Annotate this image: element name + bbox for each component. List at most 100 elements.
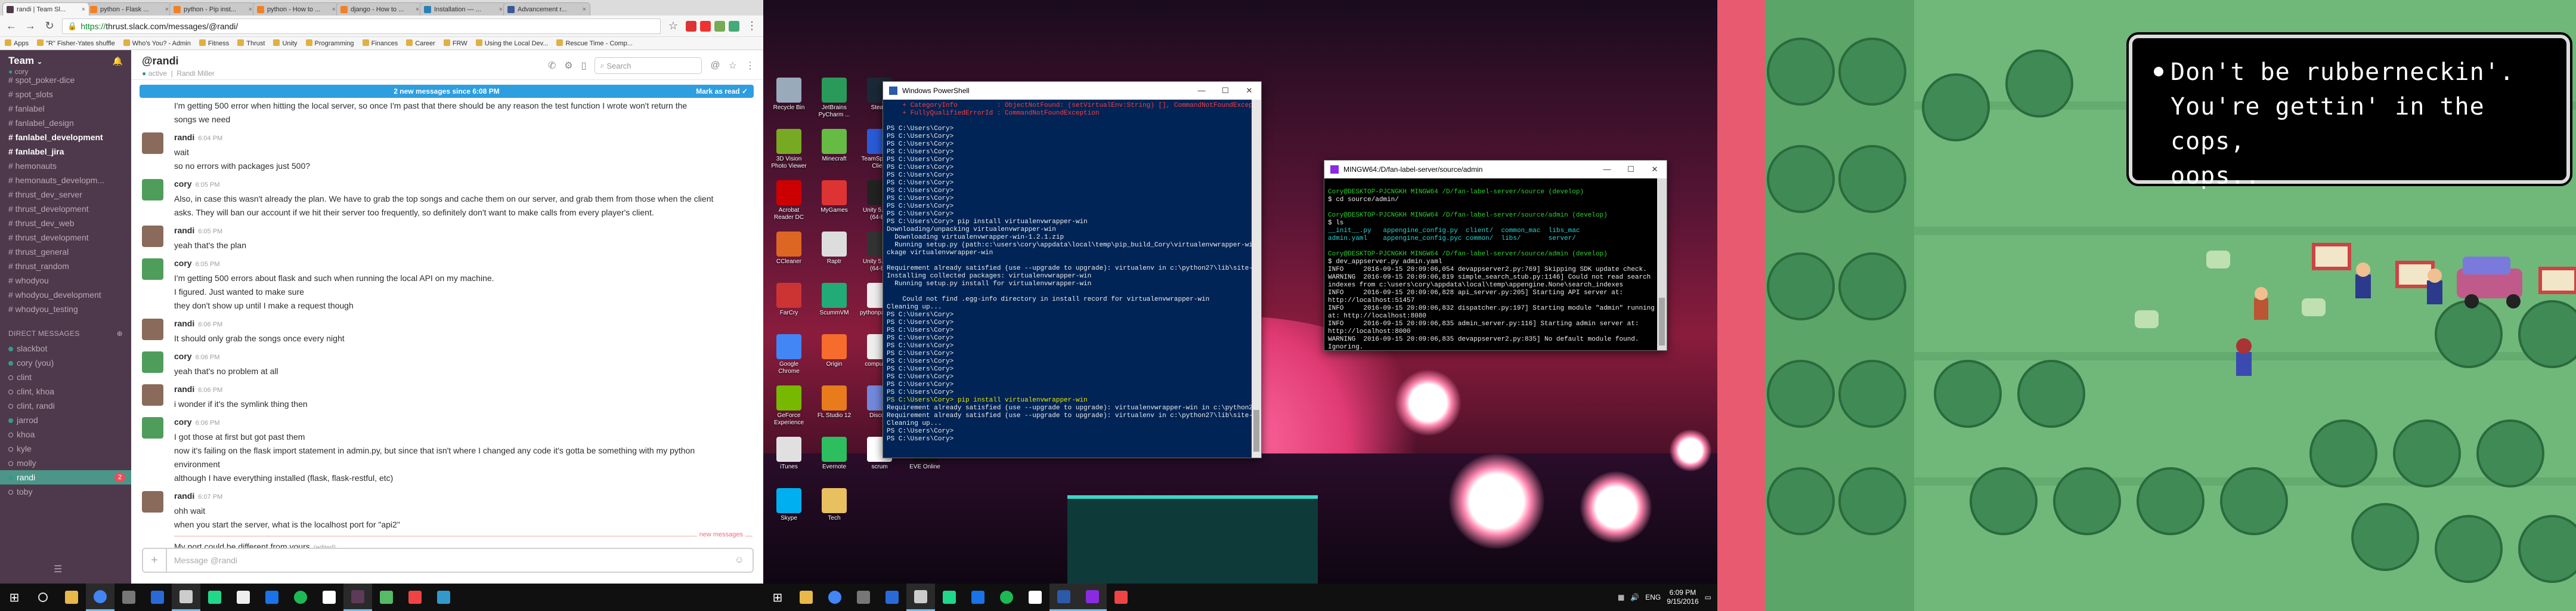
message-timestamp[interactable]: 6:06 PM [198, 321, 222, 328]
unity-taskbar-icon[interactable] [172, 584, 200, 611]
avatar[interactable] [142, 417, 163, 439]
close-icon[interactable]: ✕ [1643, 161, 1667, 178]
bookmark-item[interactable]: Who's You? - Admin [123, 39, 191, 47]
sidebar-item-channel[interactable]: # hemonauts_developm... [0, 173, 131, 187]
network-icon[interactable]: ▦ [1618, 593, 1624, 601]
sidebar-item-channel[interactable]: # fanlabel_development [0, 130, 131, 144]
back-icon[interactable]: ← [5, 20, 18, 32]
spotify-taskbar-icon[interactable] [992, 584, 1021, 611]
message-author[interactable]: cory [174, 179, 192, 189]
windows-start-icon[interactable]: ⊞ [763, 590, 792, 605]
bookmark-item[interactable]: Thrust [237, 39, 265, 47]
bookmark-item[interactable]: Apps [5, 39, 29, 47]
bookmark-item[interactable]: FRW [443, 39, 467, 47]
browser-tab[interactable]: python - Pip inst... × [169, 2, 256, 16]
close-tab-icon[interactable]: × [499, 6, 503, 13]
more-icon[interactable]: ⋮ [745, 60, 755, 72]
message-author[interactable]: randi [174, 226, 194, 235]
desktop-shortcut-icon[interactable]: Origin [815, 334, 854, 368]
message-input[interactable]: Message @randi [167, 556, 735, 565]
avatar[interactable] [142, 226, 163, 247]
message-author[interactable]: randi [174, 319, 194, 328]
message-timestamp[interactable]: 6:05 PM [196, 261, 220, 268]
sidebar-item-channel[interactable]: # thrust_development [0, 202, 131, 216]
pycharm-taskbar-icon[interactable] [200, 584, 229, 611]
scrollbar[interactable] [1252, 100, 1261, 458]
desktop-shortcut-icon[interactable]: FarCry [769, 283, 809, 317]
sidebar-item-dm[interactable]: randi 2 [0, 470, 131, 485]
reload-icon[interactable]: ↻ [43, 20, 56, 32]
bookmark-item[interactable]: Programming [305, 39, 354, 47]
browser-tab[interactable]: python - How to ... × [253, 2, 340, 16]
app-taskbar-icon[interactable] [1107, 584, 1135, 611]
sidebar-item-channel[interactable]: # fanlabel [0, 101, 131, 116]
extension-icon[interactable] [686, 20, 696, 32]
minimize-icon[interactable]: — [1595, 161, 1619, 178]
address-bar[interactable]: 🔒 https:// thrust.slack.com/messages/@ra… [62, 18, 661, 34]
powershell-titlebar[interactable]: Windows PowerShell — ☐ ✕ [883, 82, 1261, 100]
close-tab-icon[interactable]: × [249, 6, 252, 13]
browser-tab[interactable]: randi | Team Sl... × [2, 2, 89, 16]
sidebar-item-dm[interactable]: toby [0, 485, 131, 499]
bookmark-item[interactable]: Finances [362, 39, 398, 47]
app-taskbar-icon[interactable] [964, 584, 992, 611]
plus-icon[interactable]: + [143, 549, 167, 572]
desktop-shortcut-icon[interactable]: Skype [769, 488, 809, 522]
sidebar-item-channel[interactable]: # whodyou_testing [0, 302, 131, 316]
message-author[interactable]: randi [174, 491, 194, 501]
message-timestamp[interactable]: 6:06 PM [196, 419, 220, 427]
phone-icon[interactable]: ✆ [548, 60, 556, 72]
menu-icon[interactable]: ⋮ [745, 20, 758, 32]
message-timestamp[interactable]: 6:04 PM [198, 135, 222, 142]
app-taskbar-icon[interactable] [372, 584, 401, 611]
avatar[interactable] [142, 491, 163, 513]
desktop-shortcut-icon[interactable]: Minecraft [815, 129, 854, 163]
explorer-taskbar-icon[interactable] [792, 584, 821, 611]
sidebar-item-channel[interactable]: # thrust_general [0, 245, 131, 259]
sidebar-item-dm[interactable]: slackbot [0, 341, 131, 356]
browser-tab[interactable]: Advancement r... × [503, 2, 590, 16]
sidebar-item-dm[interactable]: kyle [0, 442, 131, 456]
avatar[interactable] [142, 351, 163, 373]
unity-taskbar-icon[interactable] [906, 584, 935, 611]
extension-icon[interactable] [714, 20, 725, 32]
message-timestamp[interactable]: 6:05 PM [198, 228, 222, 235]
desktop-shortcut-icon[interactable]: 3D Vision Photo Viewer [769, 129, 809, 170]
maximize-icon[interactable]: ☐ [1213, 82, 1237, 100]
git-bash-taskbar-icon[interactable] [1078, 584, 1107, 611]
desktop-shortcut-icon[interactable]: Tech [815, 488, 854, 522]
bookmark-item[interactable]: Career [406, 39, 435, 47]
bookmark-item[interactable]: Using the Local Dev... [475, 39, 548, 47]
desktop-shortcut-icon[interactable]: Recycle Bin [769, 78, 809, 112]
bookmark-item[interactable]: Fitness [199, 39, 229, 47]
powershell-taskbar-icon[interactable] [1049, 584, 1078, 611]
sidebar-item-dm[interactable]: cory (you) [0, 356, 131, 370]
spotify-taskbar-icon[interactable] [286, 584, 315, 611]
powershell-output[interactable]: + CategoryInfo : ObjectNotFound: (setVir… [883, 100, 1261, 446]
avatar[interactable] [142, 319, 163, 340]
slack-taskbar-icon[interactable] [343, 584, 372, 611]
sidebar-item-dm[interactable]: clint [0, 370, 131, 384]
desktop-shortcut-icon[interactable]: JetBrains PyCharm ... [815, 78, 854, 119]
gear-icon[interactable]: ⚙ [564, 60, 572, 72]
bookmark-item[interactable]: Rescue Time - Comp... [556, 39, 633, 47]
mark-as-read-button[interactable]: Mark as read ✓ [696, 85, 748, 98]
app-taskbar-icon[interactable] [315, 584, 343, 611]
forward-icon[interactable]: → [24, 20, 37, 32]
chrome-taskbar-icon[interactable] [821, 584, 849, 611]
quick-switcher-icon[interactable]: ☰ [54, 563, 62, 575]
chrome-taskbar-icon[interactable] [86, 584, 114, 611]
sidebar-item-dm[interactable]: molly [0, 456, 131, 470]
desktop-shortcut-icon[interactable]: MyGames [815, 180, 854, 214]
mingw-output[interactable]: Cory@DESKTOP-PJCNGKH MINGW64 /D/fan-labe… [1324, 178, 1667, 350]
message-author[interactable]: randi [174, 132, 194, 142]
desktop-shortcut-icon[interactable]: FL Studio 12 [815, 385, 854, 419]
emoji-icon[interactable]: ☺ [735, 555, 753, 566]
star-icon[interactable]: ☆ [667, 20, 680, 32]
search-taskbar-icon[interactable] [29, 584, 57, 611]
message-composer[interactable]: + Message @randi ☺ [142, 548, 754, 573]
desktop-shortcut-icon[interactable]: ScummVM [815, 283, 854, 317]
extension-icon[interactable] [700, 20, 711, 32]
close-icon[interactable]: ✕ [1237, 82, 1261, 100]
mention-icon[interactable]: @ [710, 60, 720, 71]
